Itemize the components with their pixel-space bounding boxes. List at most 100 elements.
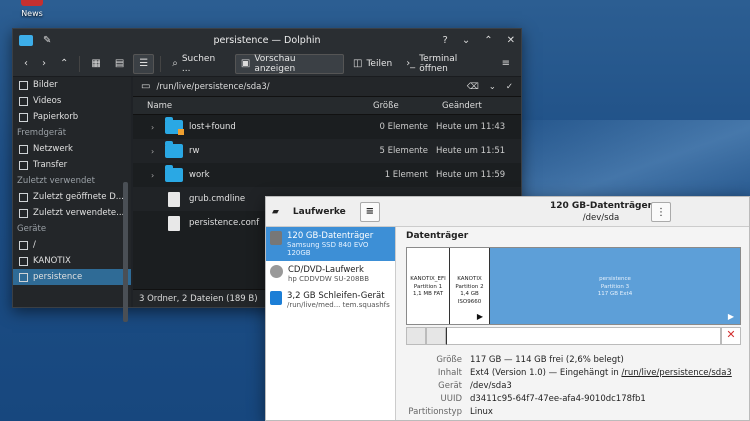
preview-button[interactable]: ▣ Vorschau anzeigen [234,53,344,74]
file-row[interactable]: › work 1 Element Heute um 11:59 [133,163,521,187]
location-bar[interactable]: ▭ /run/live/persistence/sda3/ ⌫ ⌄ ✓ [133,77,521,97]
property-row: Partitionstyp Linux [406,405,741,418]
drive-item[interactable]: 3,2 GB Schleifen-Gerät/run/live/med... t… [266,287,395,313]
app-menu-button[interactable]: ≡ [359,201,380,222]
minimize-icon[interactable]: ⌄ [462,35,470,46]
up-icon: ⌃ [60,58,69,69]
desktop-icon-label: News [21,9,43,18]
hamburger-icon: ≡ [365,206,374,217]
sidebar-item-label: Netzwerk [33,144,73,154]
clear-location-icon[interactable]: ⌫ [467,82,479,92]
news-icon [21,0,43,6]
compact-view-button[interactable]: ▤ [110,54,129,74]
property-value: d3411c95-64f7-47ee-afa4-9010dc178fb1 [470,393,646,404]
terminal-button[interactable]: ›_ Terminal öffnen [401,54,492,74]
forward-button[interactable]: › [37,54,51,74]
partition-3[interactable]: persistence Partition 3 117 GB Ext4 ▶ [490,248,740,324]
sidebar-item-root[interactable]: / [13,237,131,253]
property-row: Gerät/dev/sda3 [406,379,741,392]
optical-drive-icon [19,256,28,266]
sidebar-item-label: / [33,240,36,250]
recent-files-icon [19,192,28,202]
sidebar-item-papierkorb[interactable]: Papierkorb [13,109,131,125]
titlebar[interactable]: ✎ persistence — Dolphin ? ⌄ ⌃ ✕ [13,29,521,51]
expand-icon[interactable]: › [151,147,159,156]
unmount-button[interactable] [406,327,426,345]
file-row[interactable]: › lost+found 0 Elemente Heute um 11:43 [133,115,521,139]
partition-number: Partition 3 [600,283,630,290]
drive-name: 120 GB-Datenträger [287,231,374,241]
sidebar-item-label: Bilder [33,80,58,90]
drive-item[interactable]: 120 GB-Datenträger Samsung SSD 840 EVO 12… [266,227,395,261]
details-view-button[interactable]: ☰ [133,53,155,74]
disks-header: ▰ Laufwerke ≡ 120 GB-Datenträger /dev/sd… [266,197,749,227]
pin-icon[interactable]: ✎ [43,35,51,46]
search-button[interactable]: ⌕ Suchen ... [167,54,231,74]
split-button[interactable]: ◫ Teilen [348,54,397,74]
sidebar-item-recent-locations[interactable]: Zuletzt verwendete... [13,205,131,221]
column-modified[interactable]: Geändert [428,101,482,111]
sidebar-item-label: Zuletzt geöffnete D... [33,192,124,202]
folder-icon: ▭ [141,81,151,92]
drive-menu-button[interactable]: ⋮ [651,202,671,222]
sidebar-item-transfer[interactable]: Transfer [13,157,131,173]
expand-icon[interactable]: › [151,123,159,132]
desktop-icon-news[interactable]: News [14,0,50,18]
confirm-icon[interactable]: ✓ [506,82,513,92]
mount-state-icon: ▶ [727,311,734,321]
column-name[interactable]: Name [133,101,373,111]
partition-2[interactable]: KANOTIX Partition 2 1,4 GB ISO9660 ▶ [450,248,490,324]
sidebar-item-label: KANOTIX [33,256,71,266]
sidebar-item-label: Zuletzt verwendete... [33,208,125,218]
file-name: rw [189,146,200,156]
icons-view-button[interactable]: ▦ [86,54,105,74]
file-name: work [189,170,210,180]
partition-properties: Größe 117 GB — 114 GB frei (2,6% belegt) … [406,353,741,418]
mount-point-link[interactable]: /run/live/persistence/sda3 [621,368,731,378]
column-size[interactable]: Größe [373,101,428,111]
dropdown-icon[interactable]: ⌄ [489,82,496,92]
partition-map: KANOTIX_EFI Partition 1 1,1 MB FAT KANOT… [406,247,741,325]
sidebar-item-recent-files[interactable]: Zuletzt geöffnete D... [13,189,131,205]
folder-icon [165,165,183,182]
up-button[interactable]: ⌃ [55,54,73,74]
maximize-icon[interactable]: ⌃ [484,35,492,46]
back-button[interactable]: ‹ [19,54,33,74]
text-file-icon [168,191,180,207]
sidebar-item-kanotix[interactable]: KANOTIX [13,253,131,269]
sidebar-item-videos[interactable]: Videos [13,93,131,109]
drive-model: /run/live/med... tem.squashfs [287,301,390,309]
hamburger-menu-button[interactable]: ≡ [497,54,515,74]
folder-icon [165,141,183,158]
drive-details: Datenträger KANOTIX_EFI Partition 1 1,1 … [398,227,749,420]
toolbar: ‹ › ⌃ ▦ ▤ ☰ ⌕ Suchen ... ▣ Vorschau anzeig… [13,51,521,77]
drive-item[interactable]: CD/DVD-Laufwerk hp CDDVDW SU-208BB [266,261,395,287]
close-icon[interactable]: ✕ [507,35,515,46]
property-row: UUID d3411c95-64f7-47ee-afa4-9010dc178fb1 [406,392,741,405]
partition-1[interactable]: KANOTIX_EFI Partition 1 1,1 MB FAT [407,248,450,324]
property-row: Inhalt Ext4 (Version 1.0) — Eingehängt in… [406,366,741,379]
drive-model: Samsung SSD 840 EVO 120GB [287,241,369,257]
file-size: 0 Elemente [379,122,428,132]
column-header: Name Größe Geändert [133,97,521,115]
delete-partition-button[interactable]: ✕ [721,327,741,345]
dolphin-app-icon[interactable] [19,34,33,46]
text-file-icon [168,215,180,231]
property-key: Partitionstyp [408,406,462,417]
sidebar-item-bilder[interactable]: Bilder [13,77,131,93]
sidebar-item-netzwerk[interactable]: Netzwerk [13,141,131,157]
file-row[interactable]: › rw 5 Elemente Heute um 11:51 [133,139,521,163]
sidebar-item-persistence[interactable]: persistence [13,269,131,285]
sidebar-group-remote: Fremdgerät [17,128,67,138]
drive-icon [19,240,28,250]
trash-icon [19,112,28,122]
help-icon[interactable]: ? [443,35,448,46]
drive-name: CD/DVD-Laufwerk [288,265,364,275]
forward-icon: › [42,58,46,69]
expand-icon[interactable]: › [151,171,159,180]
sidebar-scrollbar[interactable] [123,182,128,322]
more-icon: ⋮ [656,206,666,218]
partition-size: 117 GB Ext4 [597,291,633,298]
options-button[interactable] [426,327,446,345]
property-value: Ext4 (Version 1.0) — Eingehängt in [470,367,622,378]
